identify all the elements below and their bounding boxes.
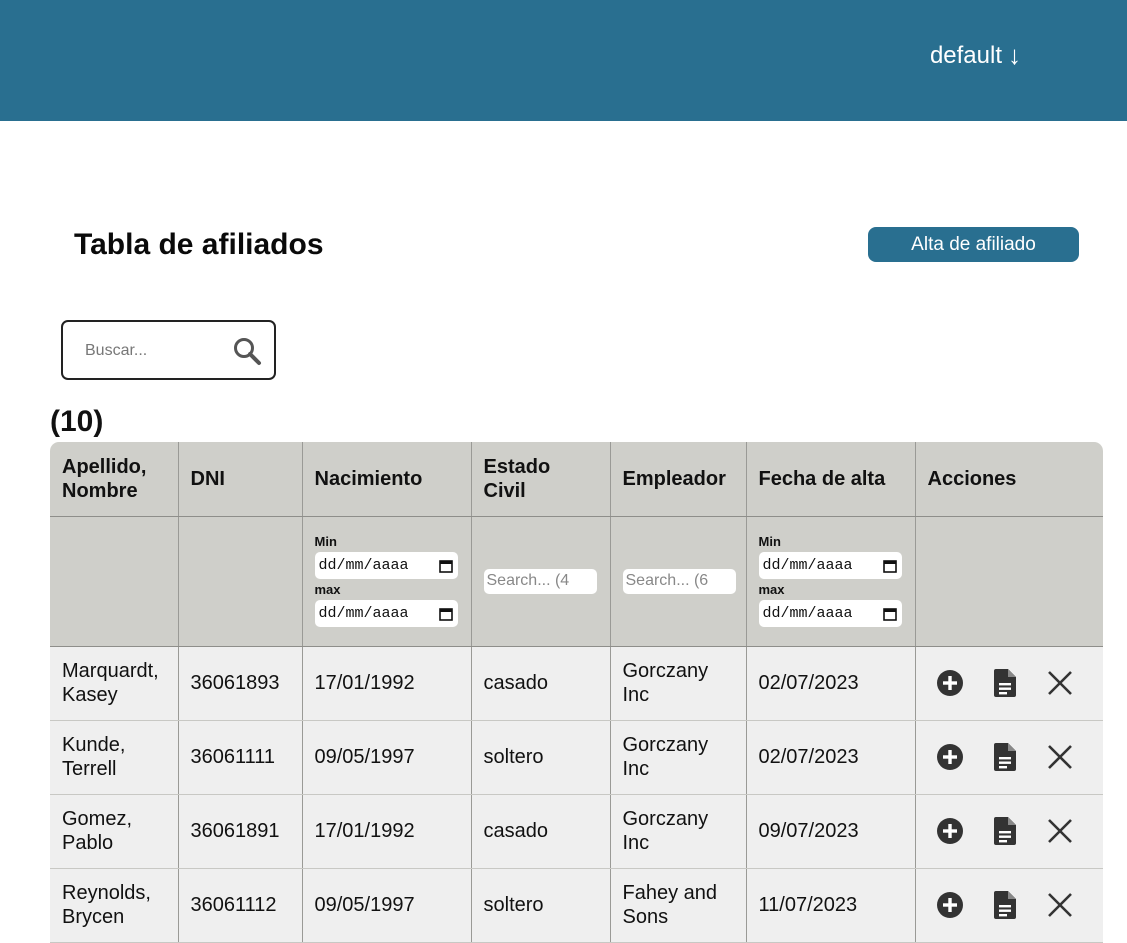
cell-acciones <box>915 868 1103 943</box>
table-row: Reynolds, Brycen 36061112 09/05/1997 solter… <box>50 868 1103 943</box>
cell-estado: casado <box>471 794 611 869</box>
cell-empleador: Gorczany Inc <box>610 646 747 721</box>
row-actions <box>928 890 1092 920</box>
cell-dni: 36061111 <box>178 720 303 795</box>
cell-nacimiento: 17/01/1992 <box>302 646 472 721</box>
close-icon[interactable] <box>1046 891 1074 919</box>
cell-empleador: Gorczany Inc <box>610 794 747 869</box>
date-placeholder: dd/mm/aaaa <box>762 605 853 622</box>
cell-estado: soltero <box>471 868 611 943</box>
fecha-alta-max-date-input[interactable]: dd/mm/aaaa <box>758 600 902 627</box>
column-header-nombre[interactable]: Apellido, Nombre <box>50 442 179 517</box>
add-affiliate-button[interactable]: Alta de afiliado <box>868 227 1079 262</box>
column-header-nacimiento[interactable]: Nacimiento <box>302 442 472 517</box>
cell-estado: casado <box>471 646 611 721</box>
empleador-search-input[interactable] <box>622 568 736 594</box>
search-input[interactable] <box>83 339 223 363</box>
table-header-row: Apellido, Nombre DNI Nacimiento Estado C… <box>50 442 1103 517</box>
date-placeholder: dd/mm/aaaa <box>318 605 409 622</box>
max-label: max <box>314 582 341 597</box>
close-icon[interactable] <box>1046 817 1074 845</box>
cell-empleador: Gorczany Inc <box>610 720 747 795</box>
close-icon[interactable] <box>1046 669 1074 697</box>
cell-acciones <box>915 720 1103 795</box>
cell-nombre: Kunde, Terrell <box>50 720 179 795</box>
date-placeholder: dd/mm/aaaa <box>318 557 409 574</box>
filter-cell-empty <box>915 516 1103 647</box>
calendar-icon[interactable] <box>882 607 897 621</box>
search-icon[interactable] <box>232 336 262 366</box>
column-header-estado-civil[interactable]: Estado Civil <box>471 442 611 517</box>
cell-alta: 02/07/2023 <box>746 646 916 721</box>
cell-alta: 02/07/2023 <box>746 720 916 795</box>
fecha-alta-filter: Min dd/mm/aaaa max dd/mm/aaaa <box>746 516 916 647</box>
calendar-icon[interactable] <box>438 559 453 573</box>
column-header-empleador[interactable]: Empleador <box>610 442 747 517</box>
cell-nombre: Reynolds, Brycen <box>50 868 179 943</box>
document-icon[interactable] <box>992 668 1018 698</box>
calendar-icon[interactable] <box>438 607 453 621</box>
cell-acciones <box>915 794 1103 869</box>
user-menu-label: default <box>929 41 1002 69</box>
estado-civil-search-input[interactable] <box>483 568 597 594</box>
plus-circle-icon[interactable] <box>936 669 964 697</box>
result-count: (10) <box>50 405 104 438</box>
column-header-acciones: Acciones <box>915 442 1103 517</box>
cell-nombre: Gomez, Pablo <box>50 794 179 869</box>
column-header-dni[interactable]: DNI <box>178 442 303 517</box>
min-label: Min <box>758 534 781 549</box>
filter-cell-empty <box>178 516 303 647</box>
search-box[interactable] <box>61 320 276 380</box>
fecha-alta-min-date-input[interactable]: dd/mm/aaaa <box>758 552 902 579</box>
cell-nacimiento: 09/05/1997 <box>302 720 472 795</box>
document-icon[interactable] <box>992 890 1018 920</box>
table-row: Kunde, Terrell 36061111 09/05/1997 soltero G… <box>50 720 1103 795</box>
user-menu[interactable]: default ↓ <box>930 40 1021 71</box>
plus-circle-icon[interactable] <box>936 743 964 771</box>
cell-nombre: Marquardt, Kasey <box>50 646 179 721</box>
document-icon[interactable] <box>992 742 1018 772</box>
cell-alta: 11/07/2023 <box>746 868 916 943</box>
cell-dni: 36061112 <box>178 868 303 943</box>
cell-estado: soltero <box>471 720 611 795</box>
row-actions <box>928 742 1092 772</box>
affiliates-table: Apellido, Nombre DNI Nacimiento Estado C… <box>50 442 1103 943</box>
cell-acciones <box>915 646 1103 721</box>
cell-dni: 36061893 <box>178 646 303 721</box>
empleador-filter <box>610 516 747 647</box>
cell-nacimiento: 09/05/1997 <box>302 868 472 943</box>
nacimiento-min-date-input[interactable]: dd/mm/aaaa <box>314 552 458 579</box>
calendar-icon[interactable] <box>882 559 897 573</box>
plus-circle-icon[interactable] <box>936 817 964 845</box>
cell-nacimiento: 17/01/1992 <box>302 794 472 869</box>
page-title: Tabla de afiliados <box>74 228 324 261</box>
table-row: Marquardt, Kasey 36061893 17/01/1992 casado… <box>50 646 1103 721</box>
cell-empleador: Fahey and Sons <box>610 868 747 943</box>
table-row: Gomez, Pablo 36061891 17/01/1992 casado Gorc… <box>50 794 1103 869</box>
date-placeholder: dd/mm/aaaa <box>762 557 853 574</box>
document-icon[interactable] <box>992 816 1018 846</box>
plus-circle-icon[interactable] <box>936 891 964 919</box>
cell-dni: 36061891 <box>178 794 303 869</box>
table-filter-row: Min dd/mm/aaaa max dd/mm/aaaa Search... … <box>50 516 1103 647</box>
column-header-fecha-alta[interactable]: Fecha de alta <box>746 442 916 517</box>
top-bar: default ↓ <box>0 0 1127 121</box>
filter-cell-empty <box>50 516 179 647</box>
row-actions <box>928 816 1092 846</box>
row-actions <box>928 668 1092 698</box>
min-label: Min <box>314 534 337 549</box>
arrow-down-icon: ↓ <box>1008 40 1021 70</box>
estado-civil-filter <box>471 516 611 647</box>
max-label: max <box>758 582 785 597</box>
nacimiento-max-date-input[interactable]: dd/mm/aaaa <box>314 600 458 627</box>
close-icon[interactable] <box>1046 743 1074 771</box>
cell-alta: 09/07/2023 <box>746 794 916 869</box>
nacimiento-filter: Min dd/mm/aaaa max dd/mm/aaaa <box>302 516 472 647</box>
